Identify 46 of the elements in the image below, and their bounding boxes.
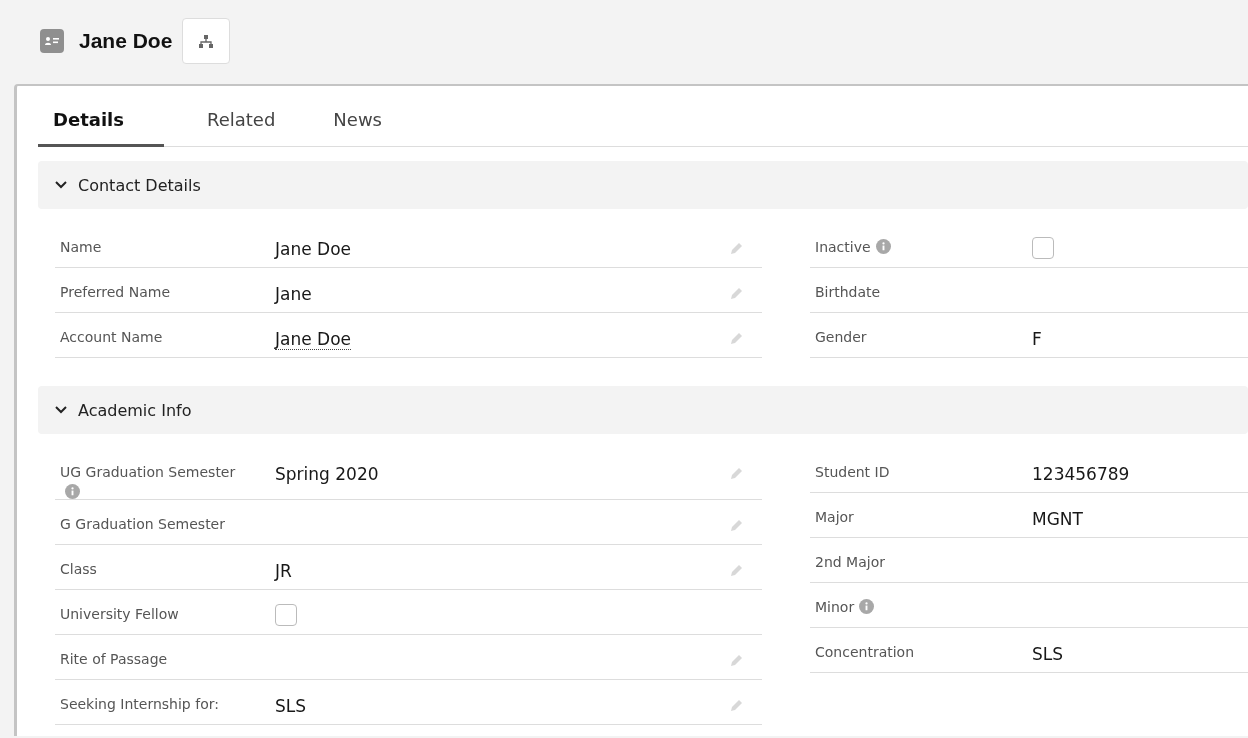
account-link[interactable]: Jane Doe: [275, 329, 352, 350]
section-header[interactable]: Contact Details: [38, 161, 1248, 209]
pencil-icon[interactable]: [730, 466, 744, 480]
field-value: Jane: [275, 284, 312, 304]
checkbox[interactable]: [275, 604, 297, 626]
pencil-icon[interactable]: [730, 563, 744, 577]
tab[interactable]: News: [318, 109, 397, 147]
field-label: Class: [60, 561, 97, 577]
field-label: Minor: [815, 599, 875, 615]
field-value: Spring 2020: [275, 464, 379, 484]
field-value: 123456789: [1032, 464, 1130, 484]
pencil-icon[interactable]: [730, 286, 744, 300]
field-label: Account Name: [60, 329, 163, 345]
field-label: University Fellow: [60, 606, 179, 622]
hierarchy-button[interactable]: [182, 18, 231, 64]
field-label: Student ID: [815, 464, 890, 480]
field-value: SLS: [1032, 644, 1064, 664]
field-label: G Graduation Semester: [60, 516, 225, 532]
pencil-icon[interactable]: [730, 241, 744, 255]
tab[interactable]: Related: [191, 109, 291, 147]
pencil-icon[interactable]: [730, 653, 744, 667]
field-label: Birthdate: [815, 284, 881, 300]
field-label: Concentration: [815, 644, 915, 660]
contact-card-icon: [44, 35, 60, 47]
checkbox[interactable]: [1032, 237, 1054, 259]
field-label: Preferred Name: [60, 284, 170, 300]
field-label: 2nd Major: [815, 554, 885, 570]
record-title: Jane Doe: [79, 29, 173, 53]
tab[interactable]: Details: [38, 109, 164, 147]
field-value: SLS: [275, 696, 307, 716]
hierarchy-icon: [199, 34, 214, 48]
field-label: Name: [60, 239, 102, 255]
field-label: Gender: [815, 329, 867, 345]
field-label: Major: [815, 509, 854, 525]
field-label: Rite of Passage: [60, 651, 168, 667]
field-label: Inactive: [815, 239, 891, 255]
field-value: JR: [275, 561, 292, 581]
field-value: Jane Doe: [275, 239, 352, 259]
pencil-icon[interactable]: [730, 331, 744, 345]
field-label: Seeking Internship for:: [60, 696, 219, 712]
section-header[interactable]: Academic Info: [38, 386, 1248, 434]
pencil-icon[interactable]: [730, 518, 744, 532]
field-label: UG Graduation Semester: [60, 464, 236, 500]
field-value: MGNT: [1032, 509, 1083, 529]
pencil-icon[interactable]: [730, 698, 744, 712]
field-value: F: [1032, 329, 1042, 349]
